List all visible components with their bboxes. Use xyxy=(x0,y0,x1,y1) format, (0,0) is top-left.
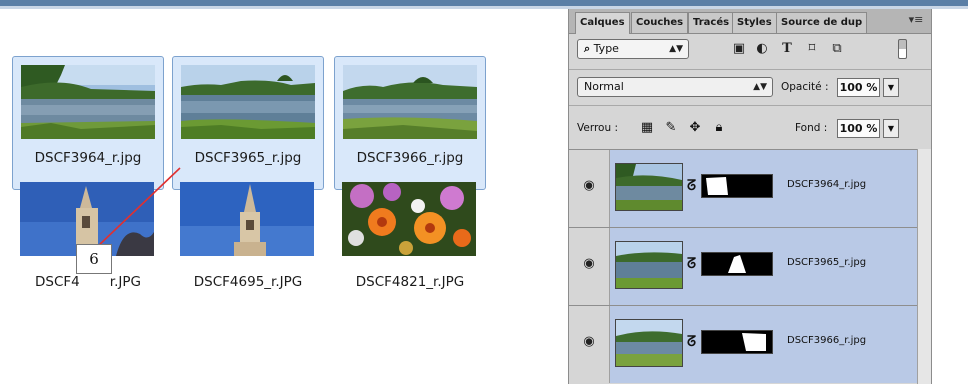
window-top-border xyxy=(0,0,968,9)
layer-row[interactable]: ◉ ᘔ DSCF3965_r.jpg xyxy=(569,227,931,305)
layer-body: ᘔ DSCF3964_r.jpg xyxy=(610,150,931,227)
blend-mode-select[interactable]: Normal ▲▼ xyxy=(577,77,773,97)
panel-scrollbar[interactable] xyxy=(917,149,931,384)
search-icon: ⌕ xyxy=(584,42,591,55)
layer-row[interactable]: ◉ ᘔ DSCF3966_r.jpg xyxy=(569,305,931,383)
blend-mode-value: Normal xyxy=(584,80,624,93)
lock-image-pixels-icon[interactable]: ✎ xyxy=(663,120,679,136)
eye-icon[interactable]: ◉ xyxy=(581,179,597,192)
tab-calques[interactable]: Calques xyxy=(575,12,630,34)
fill-dropdown-icon[interactable]: ▼ xyxy=(883,119,899,138)
layer-thumbnail xyxy=(615,163,683,211)
layer-name: DSCF3966_r.jpg xyxy=(787,335,867,346)
thumbnail-item[interactable]: DSCF4821_r.JPG xyxy=(334,176,486,310)
thumbnail-item[interactable]: DSCF3964_r.jpg xyxy=(12,56,164,190)
lock-transparent-pixels-icon[interactable]: ▦ xyxy=(639,120,655,136)
layer-mask-thumbnail xyxy=(701,330,773,354)
callout-number: 6 xyxy=(76,244,112,274)
thumbnail-item[interactable]: DSCF4695_r.JPG xyxy=(172,176,324,310)
image-filter-icon[interactable]: ▣ xyxy=(731,41,747,57)
thumbnail-filename-tail: r.JPG xyxy=(109,274,141,290)
fill-label: Fond : xyxy=(795,122,828,134)
opacity-input[interactable]: 100 % xyxy=(837,78,880,97)
filter-toggle[interactable] xyxy=(898,39,907,59)
lock-all-icon[interactable]: 🔒︎ xyxy=(711,120,727,136)
type-filter-icon[interactable]: T xyxy=(779,41,795,57)
layers-list: ◉ ᘔ DSCF3964_r.jpg ◉ ᘔ DSCF3965_r.jpg ◉ … xyxy=(569,149,931,384)
layer-mask-thumbnail xyxy=(701,252,773,276)
eye-icon[interactable]: ◉ xyxy=(581,257,597,270)
thumbnail-filename-row: DSCF4 r.JPG xyxy=(12,274,164,290)
divider xyxy=(569,105,931,106)
select-arrows-icon: ▲▼ xyxy=(669,44,683,54)
thumbnail-filename: DSCF4821_r.JPG xyxy=(355,274,465,290)
layer-mask-thumbnail xyxy=(701,174,773,198)
lock-label: Verrou : xyxy=(577,122,619,134)
thumbnail-filename: DSCF3964_r.jpg xyxy=(34,150,142,166)
thumbnail-filename: DSCF3966_r.jpg xyxy=(356,150,464,166)
divider xyxy=(569,69,931,70)
tab-styles[interactable]: Styles xyxy=(732,12,777,33)
panel-menu-icon[interactable]: ▾≡ xyxy=(907,14,925,28)
layer-body: ᘔ DSCF3966_r.jpg xyxy=(610,306,931,383)
link-icon[interactable]: ᘔ xyxy=(687,334,699,350)
layer-thumbnail xyxy=(615,319,683,367)
filter-type-label: Type xyxy=(593,42,619,55)
thumbnail-filename: DSCF3965_r.jpg xyxy=(194,150,302,166)
layer-name: DSCF3965_r.jpg xyxy=(787,257,867,268)
fill-input[interactable]: 100 % xyxy=(837,119,880,138)
layer-thumbnail xyxy=(615,241,683,289)
thumbnail-item[interactable]: DSCF3965_r.jpg xyxy=(172,56,324,190)
tab-source-de-dup[interactable]: Source de dup xyxy=(776,12,868,33)
thumbnail-image xyxy=(180,182,314,256)
adjustment-filter-icon[interactable]: ◐ xyxy=(754,41,770,57)
smart-object-filter-icon[interactable]: ⧉ xyxy=(829,41,845,57)
link-icon[interactable]: ᘔ xyxy=(687,178,699,194)
visibility-cell: ◉ xyxy=(569,228,610,305)
eye-icon[interactable]: ◉ xyxy=(581,335,597,348)
layer-body: ᘔ DSCF3965_r.jpg xyxy=(610,228,931,305)
thumbnail-item[interactable]: DSCF3966_r.jpg xyxy=(334,56,486,190)
visibility-cell: ◉ xyxy=(569,150,610,227)
layer-row[interactable]: ◉ ᘔ DSCF3964_r.jpg xyxy=(569,149,931,227)
visibility-cell: ◉ xyxy=(569,306,610,383)
thumbnail-item[interactable]: DSCF4 r.JPG xyxy=(12,176,164,310)
link-icon[interactable]: ᘔ xyxy=(687,256,699,272)
thumbnail-filename: DSCF4 xyxy=(35,274,80,290)
layer-filter-select[interactable]: ⌕ Type ▲▼ xyxy=(577,39,689,59)
thumbnail-image xyxy=(343,65,477,139)
lock-position-icon[interactable]: ✥ xyxy=(687,120,703,136)
tab-couches[interactable]: Couches xyxy=(631,12,689,33)
select-arrows-icon: ▲▼ xyxy=(753,82,767,92)
thumbnail-filename: DSCF4695_r.JPG xyxy=(193,274,303,290)
opacity-dropdown-icon[interactable]: ▼ xyxy=(883,78,899,97)
shape-filter-icon[interactable]: ⌑ xyxy=(804,41,820,57)
tab-traces[interactable]: Tracés xyxy=(688,12,735,33)
opacity-label: Opacité : xyxy=(781,81,829,93)
thumbnail-image xyxy=(181,65,315,139)
layer-name: DSCF3964_r.jpg xyxy=(787,179,867,190)
thumbnail-image xyxy=(21,65,155,139)
thumbnail-image xyxy=(342,182,476,256)
panel-tabs: Calques Couches Tracés Styles Source de … xyxy=(569,9,931,34)
layers-panel: Calques Couches Tracés Styles Source de … xyxy=(568,9,932,384)
